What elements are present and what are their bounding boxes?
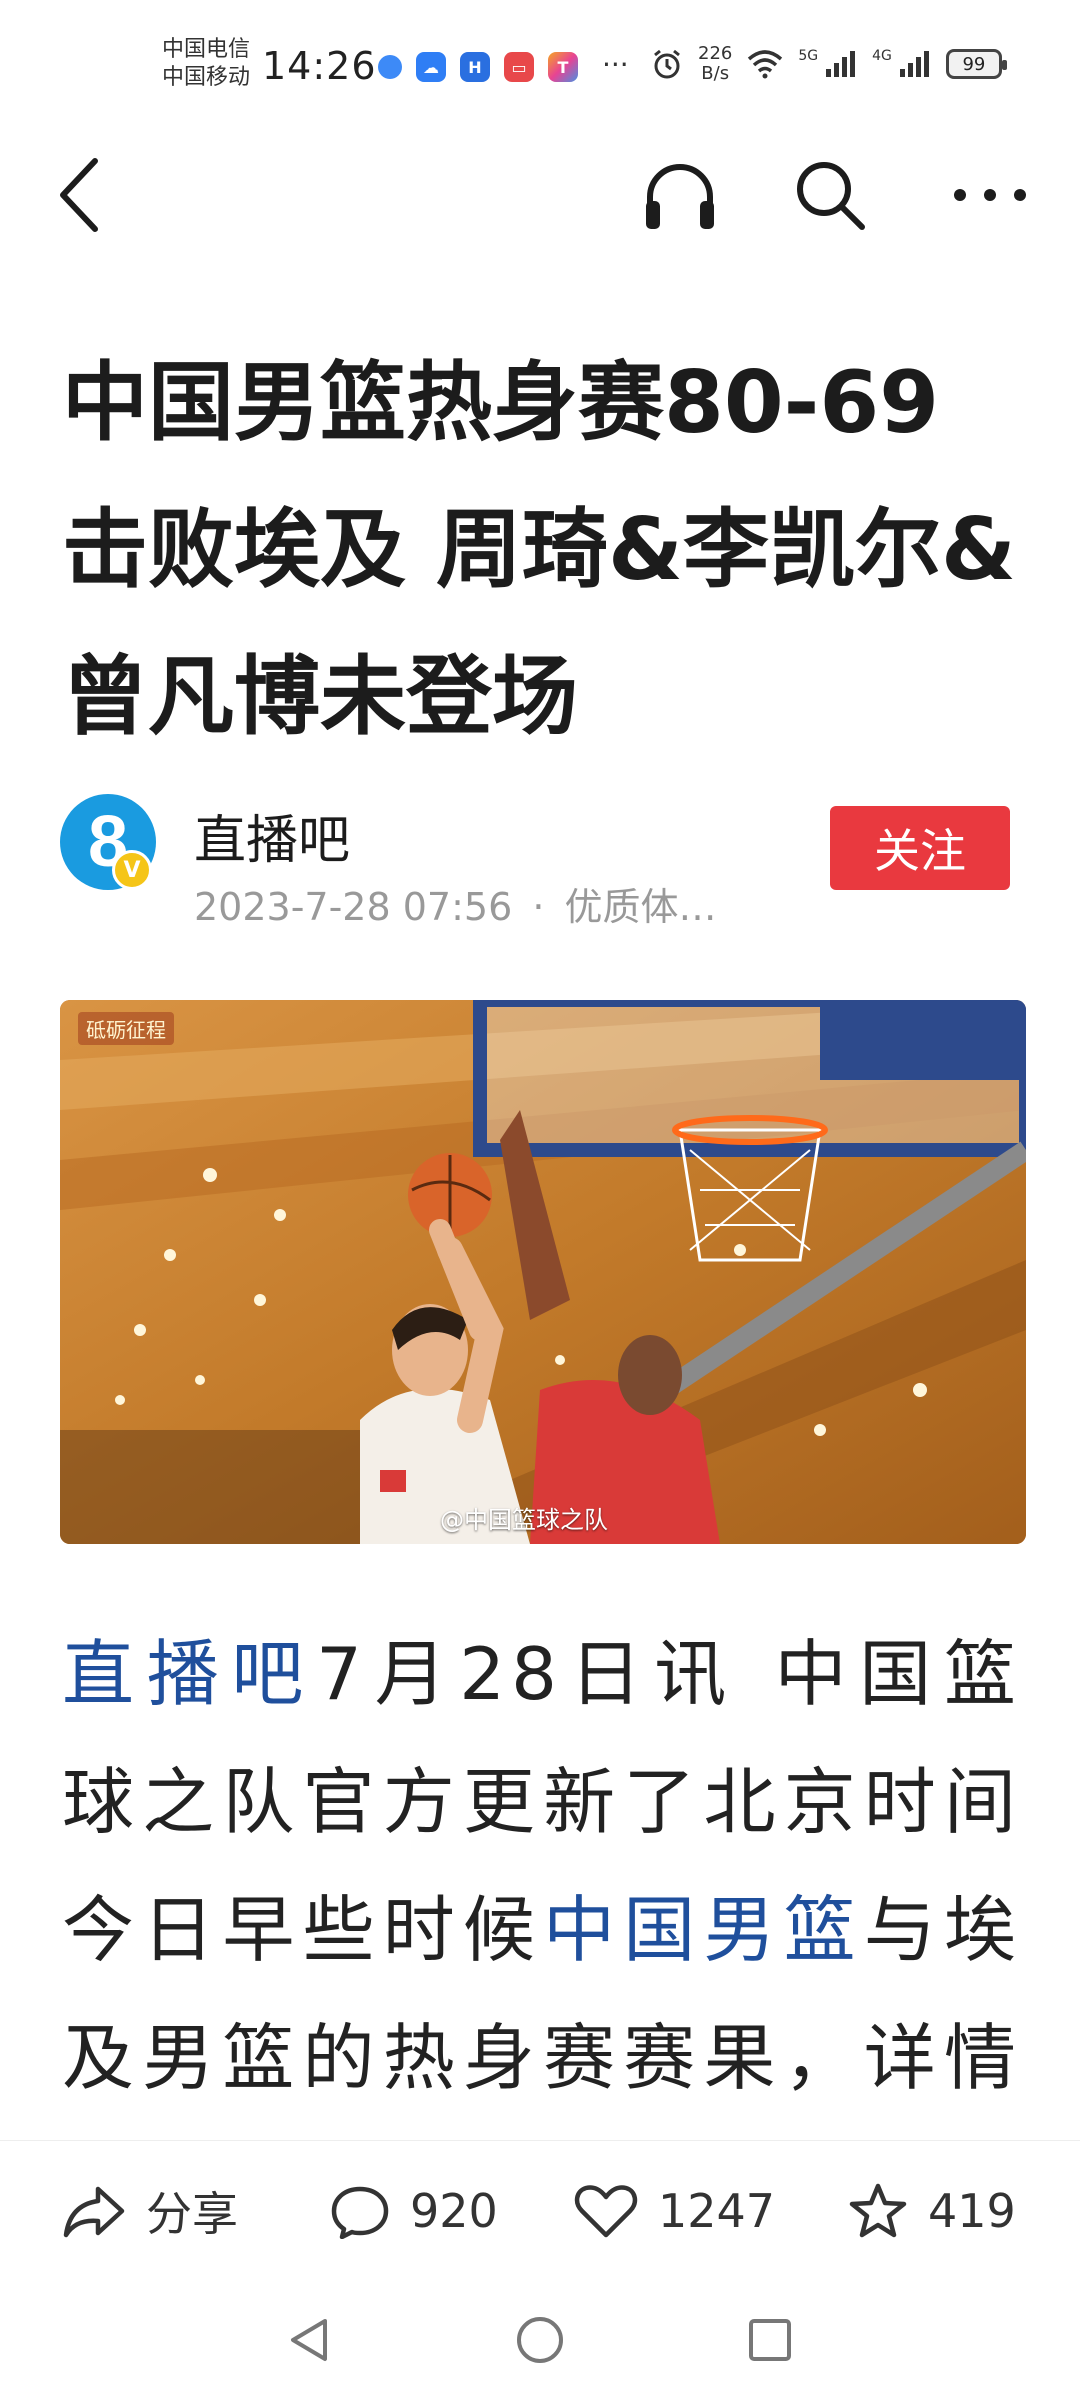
triangle-back-icon xyxy=(291,2319,327,2361)
net-speed-unit: B/s xyxy=(701,63,730,84)
signal-bars-1-icon xyxy=(826,51,856,77)
basketball-scene-image xyxy=(60,1000,1026,1544)
net-speed: 226 B/s xyxy=(698,44,732,84)
like-button[interactable]: 1247 xyxy=(574,2141,775,2281)
share-icon xyxy=(63,2186,125,2238)
cloud-icon: ☁ xyxy=(416,52,446,82)
more-button[interactable] xyxy=(940,140,1040,250)
status-bar: 中国电信 中国移动 14:26 ☁ H ▭ T ··· 226 B/s 5G 4… xyxy=(0,0,1080,130)
share-label: 分享 xyxy=(146,2187,238,2241)
search-button[interactable] xyxy=(780,140,880,250)
author-tag: 优质体… xyxy=(564,885,717,929)
favorite-count: 419 xyxy=(928,2184,1016,2238)
carrier-2: 中国移动 xyxy=(162,65,251,90)
system-navigation-bar xyxy=(0,2280,1080,2400)
publish-date: 2023-7-28 07:56 xyxy=(194,885,513,929)
system-back-button[interactable] xyxy=(270,2300,350,2380)
signal-2-label: 4G xyxy=(872,48,892,64)
heart-icon xyxy=(574,2185,638,2238)
carrier-names: 中国电信 中国移动 xyxy=(162,36,250,92)
app-blue-dot-icon xyxy=(378,55,402,79)
body-link-author[interactable]: 直播吧 xyxy=(62,1632,316,1716)
follow-button[interactable]: 关注 xyxy=(830,806,1010,890)
status-time: 14:26 xyxy=(262,44,377,88)
headphones-icon xyxy=(646,164,714,229)
favorite-button[interactable]: 419 xyxy=(848,2141,1016,2281)
signal-bars-2-icon xyxy=(899,51,929,77)
top-navigation xyxy=(0,140,1080,250)
comment-count: 920 xyxy=(410,2184,498,2238)
more-dots-icon xyxy=(954,189,1026,201)
alarm-icon xyxy=(654,49,680,79)
carrier-1: 中国电信 xyxy=(162,37,251,62)
chevron-left-icon xyxy=(60,158,98,232)
wifi-icon xyxy=(748,50,783,79)
net-speed-value: 226 xyxy=(698,43,733,64)
more-notifications-icon: ··· xyxy=(602,48,629,81)
listen-button[interactable] xyxy=(630,140,730,250)
app-t-icon: T xyxy=(548,52,578,82)
article-title: 中国男篮热身赛80-69击败埃及 周琦&李凯尔&曾凡博未登场 xyxy=(62,353,1016,747)
author-meta: 2023-7-28 07:56 · 优质体… xyxy=(194,876,717,931)
circle-home-icon xyxy=(517,2317,563,2363)
comment-button[interactable]: 920 xyxy=(330,2141,498,2281)
bottom-action-bar: 分享 920 1247 419 xyxy=(0,2140,1080,2280)
signal-1-label: 5G xyxy=(798,48,819,64)
author-name[interactable]: 直播吧 xyxy=(194,798,350,873)
system-home-button[interactable] xyxy=(500,2300,580,2380)
star-icon xyxy=(849,2183,907,2238)
article-photo[interactable]: 砥砺征程 @中国篮球之队 xyxy=(60,1000,1026,1544)
app-h-icon: H xyxy=(460,52,490,82)
notification-icons: ☁ H ▭ T xyxy=(378,52,578,82)
search-icon xyxy=(797,162,865,230)
verified-badge-icon: V xyxy=(112,850,152,890)
image-watermark-bottom: @中国篮球之队 xyxy=(440,1506,608,1534)
square-recents-icon xyxy=(749,2319,791,2361)
meta-separator: · xyxy=(532,885,545,929)
like-count: 1247 xyxy=(658,2184,776,2238)
back-button[interactable] xyxy=(30,140,130,250)
share-button[interactable]: 分享 xyxy=(62,2141,238,2281)
system-recents-button[interactable] xyxy=(730,2300,810,2380)
comment-icon xyxy=(331,2186,389,2239)
image-watermark-top: 砥砺征程 xyxy=(78,1012,174,1045)
body-link-team[interactable]: 中国男篮 xyxy=(543,1888,864,1972)
battery-indicator: 99 xyxy=(945,49,1007,79)
book-icon: ▭ xyxy=(504,52,534,82)
system-status: 226 B/s 5G 4G 99 xyxy=(650,44,1007,84)
